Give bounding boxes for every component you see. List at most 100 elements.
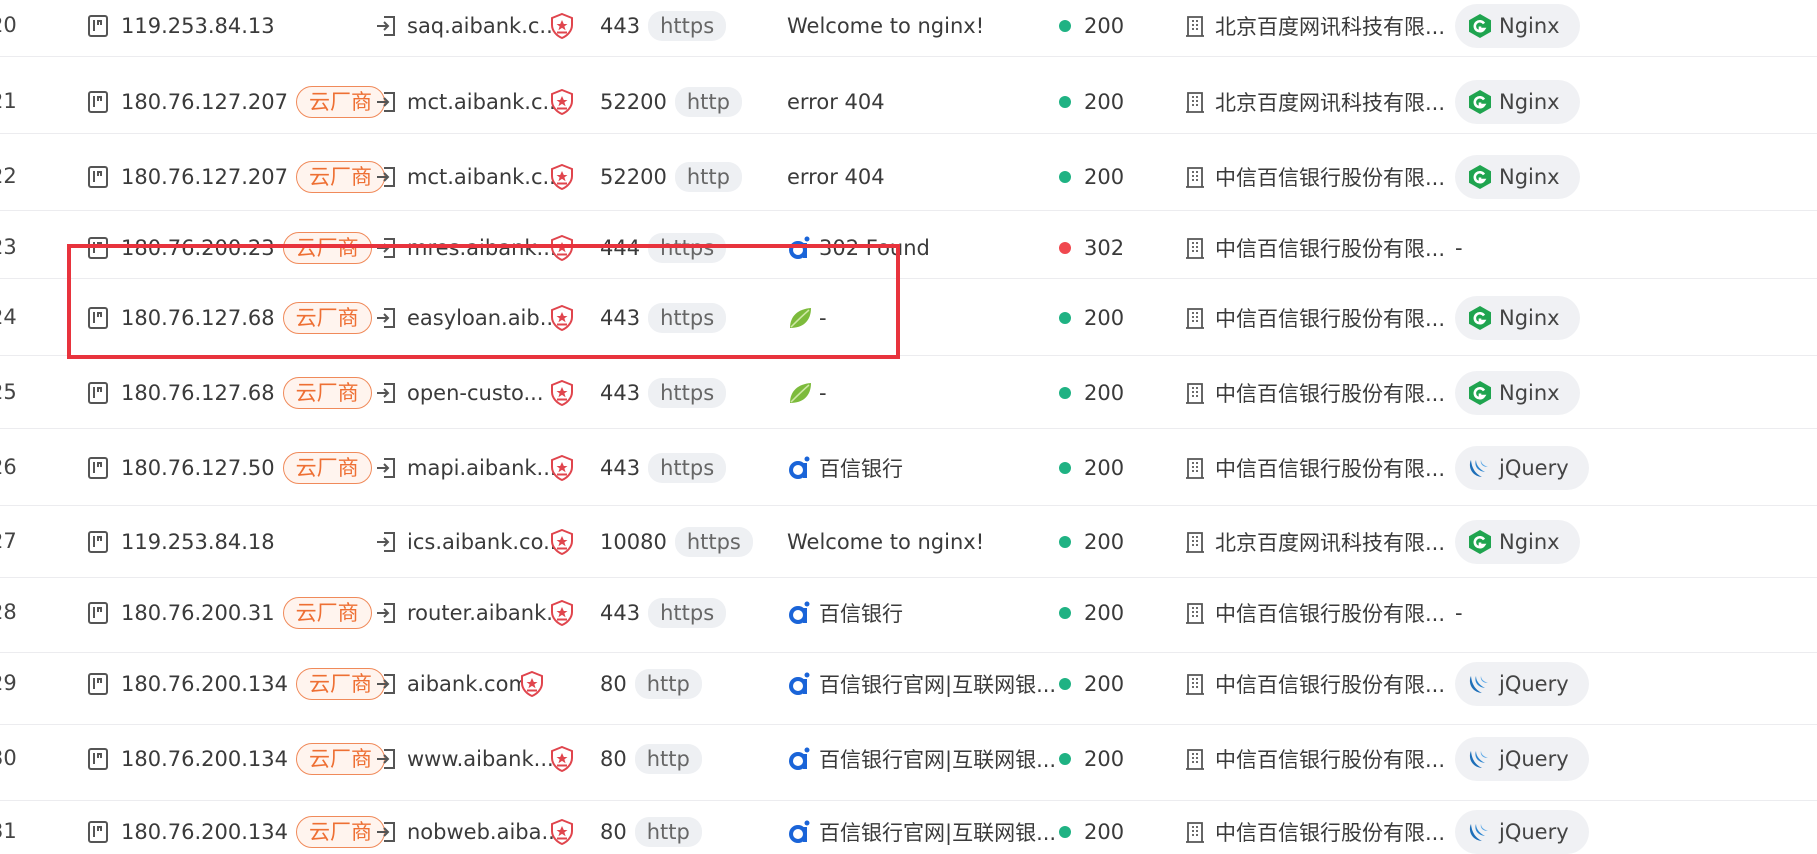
domain-link-icon	[377, 308, 395, 328]
ip-address[interactable]: 180.76.200.134	[121, 672, 288, 696]
fingerprint-badge[interactable]: jQuery	[1455, 810, 1589, 854]
organization-name: 中信百信银行股份有限...	[1215, 673, 1446, 697]
ip-icon	[88, 602, 108, 624]
port-cell: 443 https	[600, 371, 727, 415]
status-cell: 200	[1059, 371, 1124, 415]
shield-icon	[551, 380, 573, 406]
nginx-icon	[1469, 306, 1491, 330]
status-code: 200	[1084, 747, 1125, 771]
domain-link[interactable]: saq.aibank.c...	[407, 14, 559, 38]
ip-address[interactable]: 119.253.84.18	[121, 530, 275, 554]
ip-address[interactable]: 180.76.127.50	[121, 456, 275, 480]
ip-cell: 180.76.127.207 云厂商	[88, 155, 385, 199]
ip-address[interactable]: 180.76.127.207	[121, 165, 288, 189]
ip-cell: 119.253.84.18	[88, 520, 275, 564]
organization-name: 中信百信银行股份有限...	[1215, 821, 1446, 845]
protocol-badge: https	[674, 527, 753, 557]
status-code: 200	[1084, 456, 1125, 480]
row-divider	[0, 355, 1817, 356]
table-row: 25 180.76.127.68 云厂商 open-custo... 443 https -…	[0, 371, 1817, 415]
fingerprint-label: jQuery	[1499, 820, 1569, 844]
row-divider	[0, 505, 1817, 506]
site-title-cell: 302 Found	[787, 226, 930, 270]
domain-link[interactable]: router.aibank...	[407, 601, 566, 625]
ip-address[interactable]: 180.76.200.134	[121, 747, 288, 771]
organization-cell: 中信百信银行股份有限...	[1185, 446, 1445, 490]
row-divider	[0, 577, 1817, 578]
domain-link[interactable]: open-custo...	[407, 381, 544, 405]
status-code: 200	[1084, 165, 1125, 189]
fingerprint-badge[interactable]: Nginx	[1455, 155, 1580, 199]
ip-icon	[88, 748, 108, 770]
fingerprint-label: -	[1455, 601, 1463, 625]
shield-icon	[551, 746, 573, 772]
cloud-vendor-tag: 云厂商	[296, 743, 385, 775]
nginx-icon	[1469, 530, 1491, 554]
status-cell: 200	[1059, 520, 1124, 564]
domain-link[interactable]: easyloan.aib...	[407, 306, 560, 330]
fingerprint-badge[interactable]: jQuery	[1455, 662, 1589, 706]
fingerprint-badge[interactable]: jQuery	[1455, 446, 1589, 490]
fingerprint-badge[interactable]: Nginx	[1455, 4, 1580, 48]
row-divider	[0, 800, 1817, 801]
ip-address[interactable]: 180.76.200.23	[121, 236, 275, 260]
status-code: 200	[1084, 381, 1125, 405]
ip-icon	[88, 307, 108, 329]
protocol-badge: http	[674, 162, 742, 192]
site-title-cell: 百信银行官网|互联网银...	[787, 737, 1056, 781]
organization-name: 中信百信银行股份有限...	[1215, 237, 1446, 261]
organization-cell: 中信百信银行股份有限...	[1185, 226, 1445, 270]
port-cell: 80 http	[600, 810, 702, 854]
domain-link[interactable]: aibank.com	[407, 672, 529, 696]
domain-link[interactable]: nobweb.aiba...	[407, 820, 562, 844]
domain-link[interactable]: mapi.aibank....	[407, 456, 563, 480]
cloud-vendor-tag: 云厂商	[282, 232, 372, 264]
domain-link[interactable]: www.aibank....	[407, 747, 560, 771]
fingerprint-badge[interactable]: jQuery	[1455, 737, 1589, 781]
shield-icon	[551, 819, 573, 845]
organization-cell: 中信百信银行股份有限...	[1185, 662, 1445, 706]
fingerprint-label: -	[1455, 236, 1463, 260]
domain-link[interactable]: mct.aibank.c...	[407, 165, 563, 189]
site-title-cell: error 404	[787, 155, 885, 199]
domain-link[interactable]: mct.aibank.c...	[407, 90, 563, 114]
fingerprint-badge[interactable]: Nginx	[1455, 371, 1580, 415]
site-title-cell: 百信银行官网|互联网银...	[787, 662, 1056, 706]
fingerprint-cell: -	[1455, 226, 1463, 270]
status-dot	[1059, 826, 1071, 838]
protocol-badge: https	[648, 303, 727, 333]
ip-address[interactable]: 180.76.127.207	[121, 90, 288, 114]
domain-link[interactable]: mres.aibank....	[407, 236, 563, 260]
status-cell: 200	[1059, 446, 1124, 490]
status-cell: 200	[1059, 810, 1124, 854]
ip-address[interactable]: 180.76.200.134	[121, 820, 288, 844]
domain-link[interactable]: ics.aibank.co...	[407, 530, 563, 554]
fingerprint-label: Nginx	[1499, 306, 1560, 330]
port-number: 52200	[600, 90, 667, 114]
building-icon	[1186, 383, 1204, 404]
aibank-icon	[789, 820, 810, 843]
fingerprint-cell: Nginx	[1455, 4, 1580, 48]
ip-cell: 180.76.127.207 云厂商	[88, 80, 385, 124]
organization-cell: 北京百度网讯科技有限...	[1185, 4, 1445, 48]
status-code: 200	[1084, 601, 1125, 625]
cloud-vendor-tag: 云厂商	[282, 452, 372, 484]
ip-address[interactable]: 180.76.200.31	[121, 601, 275, 625]
domain-cell: easyloan.aib...	[375, 296, 560, 340]
port-cell: 443 https	[600, 446, 727, 490]
fingerprint-badge[interactable]: Nginx	[1455, 296, 1580, 340]
table-row: 22 180.76.127.207 云厂商 mct.aibank.c... 52200 h…	[0, 155, 1817, 199]
ip-address[interactable]: 180.76.127.68	[121, 306, 275, 330]
ip-address[interactable]: 180.76.127.68	[121, 381, 275, 405]
ip-address[interactable]: 119.253.84.13	[121, 14, 275, 38]
fingerprint-badge[interactable]: Nginx	[1455, 520, 1580, 564]
building-icon	[1186, 238, 1204, 259]
ip-icon	[88, 15, 108, 37]
status-cell: 200	[1059, 662, 1124, 706]
table-row: 29 180.76.200.134 云厂商 aibank.com 80 http 百信银行官…	[0, 662, 1817, 706]
fingerprint-label: Nginx	[1499, 90, 1560, 114]
fingerprint-badge[interactable]: Nginx	[1455, 80, 1580, 124]
site-title-cell: 百信银行	[787, 446, 903, 490]
ip-icon	[88, 91, 108, 113]
status-code: 302	[1084, 236, 1125, 260]
